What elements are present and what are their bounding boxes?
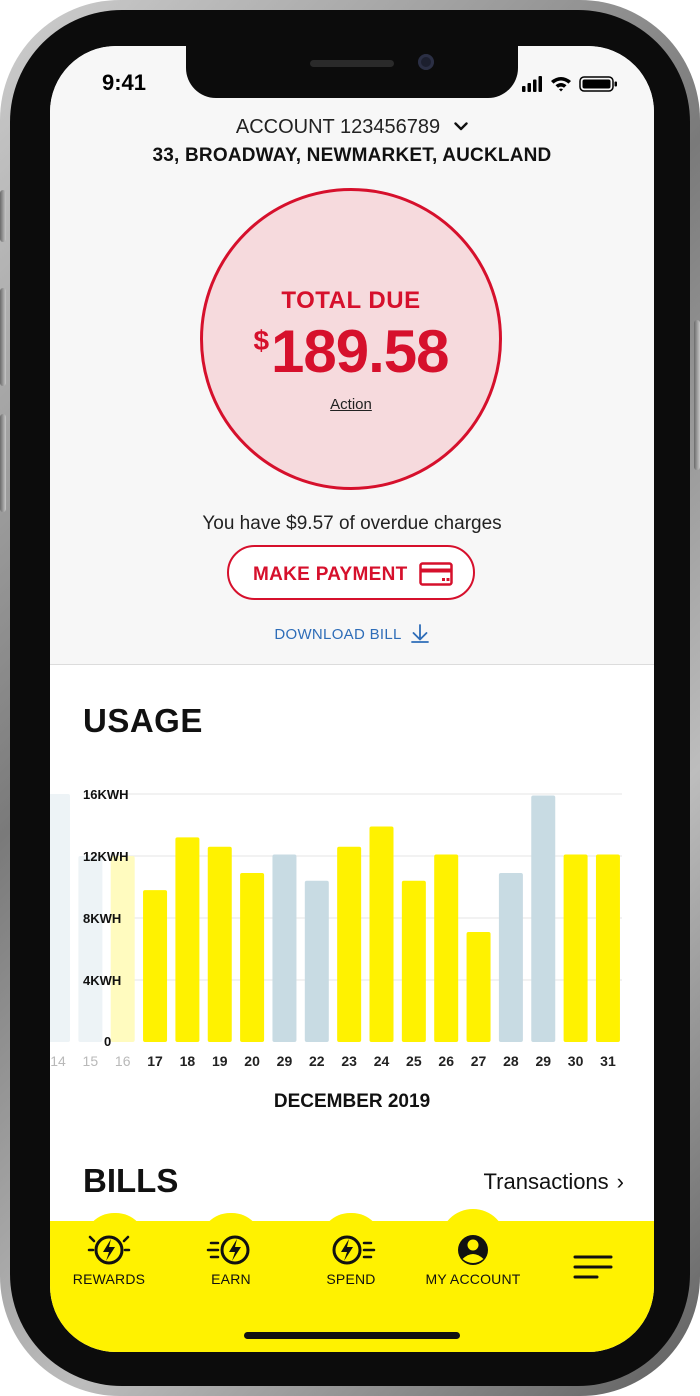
usage-bar-17[interactable]: [143, 890, 168, 1042]
x-tick-label: 17: [147, 1053, 163, 1069]
total-due-amount: $189.58: [203, 317, 499, 386]
usage-bar-30[interactable]: [563, 854, 588, 1042]
x-tick-label: 31: [600, 1053, 616, 1069]
usage-bar-22[interactable]: [304, 880, 329, 1042]
account-number: ACCOUNT 123456789: [235, 116, 441, 138]
usage-bar-16[interactable]: [110, 856, 135, 1042]
usage-bar-24[interactable]: [369, 826, 394, 1042]
x-tick-label: 29: [535, 1053, 551, 1069]
signal-bar-4: [538, 76, 542, 92]
x-tick-label: 22: [309, 1053, 325, 1069]
home-indicator: [244, 1332, 460, 1339]
usage-bar-23[interactable]: [337, 846, 362, 1042]
front-camera: [418, 54, 434, 70]
overdue-notice: You have $9.57 of overdue charges: [202, 513, 502, 534]
x-tick-label: 25: [406, 1053, 422, 1069]
app-screen: 9:41 ACCOUNT 123456789 33, BROADWAY, NEW…: [50, 46, 654, 1352]
notch: [186, 46, 518, 98]
chart-month-label: DECEMBER 2019: [273, 1091, 431, 1112]
volume-up-button: [0, 288, 6, 386]
usage-title: USAGE: [83, 702, 203, 739]
usage-bar-chart: 14 15 16 17 18 19 20 29 22 23 24 25 26 27 28 29 30 31 16KW…: [50, 787, 622, 1069]
credit-card-icon: [419, 562, 453, 586]
status-time: 9:41: [102, 70, 147, 95]
usage-bar-28[interactable]: [498, 873, 523, 1042]
rewards-bolt-icon: [87, 1235, 131, 1265]
account-user-icon: [458, 1235, 488, 1265]
nav-rewards[interactable]: REWARDS: [54, 1229, 164, 1287]
nav-rewards-label: REWARDS: [72, 1271, 146, 1287]
wifi-icon: [551, 77, 571, 92]
x-tick-label: 27: [471, 1053, 487, 1069]
usage-bar-19[interactable]: [207, 846, 232, 1042]
x-tick-label: 30: [568, 1053, 584, 1069]
x-tick-label: 26: [438, 1053, 454, 1069]
transactions-link[interactable]: Transactions ›: [484, 1169, 624, 1195]
nav-my-account[interactable]: MY ACCOUNT: [418, 1229, 528, 1287]
download-bill-link[interactable]: DOWNLOAD BILL: [50, 623, 654, 643]
x-tick-label: 23: [341, 1053, 357, 1069]
usage-bar-26[interactable]: [434, 854, 459, 1042]
make-payment-button[interactable]: MAKE PAYMENT: [227, 545, 475, 600]
battery-level: [582, 79, 611, 89]
make-payment-label: MAKE PAYMENT: [253, 564, 408, 585]
nav-menu[interactable]: [538, 1249, 648, 1289]
x-tick-label: 20: [244, 1053, 260, 1069]
nav-earn-label: EARN: [211, 1271, 251, 1287]
y-tick-label: 12KWH: [83, 849, 129, 864]
battery-cap: [614, 81, 617, 87]
x-tick-label: 19: [212, 1053, 228, 1069]
due-amount-value: 189.58: [271, 318, 450, 385]
x-tick-label: 24: [374, 1053, 390, 1069]
nav-my-account-label: MY ACCOUNT: [425, 1271, 521, 1287]
usage-bar-29[interactable]: [272, 854, 297, 1042]
total-due-circle: TOTAL DUE $189.58 Action: [200, 188, 502, 490]
status-icons: [522, 76, 617, 92]
signal-bar-1: [522, 86, 526, 92]
account-address: 33, BROADWAY, NEWMARKET, AUCKLAND: [152, 145, 552, 166]
action-link[interactable]: Action: [203, 396, 499, 413]
nav-earn[interactable]: EARN: [176, 1229, 286, 1287]
account-summary-section: 9:41 ACCOUNT 123456789 33, BROADWAY, NEW…: [50, 46, 654, 665]
usage-bar-15[interactable]: [78, 856, 103, 1042]
x-tick-label: 18: [180, 1053, 196, 1069]
usage-bar-25[interactable]: [401, 880, 426, 1042]
usage-bar-20[interactable]: [240, 873, 265, 1042]
transactions-label: Transactions: [483, 1169, 609, 1194]
y-tick-label: 0: [104, 1034, 111, 1049]
x-tick-label: 16: [115, 1053, 131, 1069]
y-tick-label: 8KWH: [83, 911, 121, 926]
spend-bolt-icon: [332, 1235, 376, 1265]
usage-bar-27[interactable]: [466, 931, 491, 1042]
account-selector[interactable]: ACCOUNT 123456789: [50, 116, 654, 139]
usage-bar-18[interactable]: [175, 837, 200, 1042]
currency-symbol: $: [253, 325, 270, 356]
signal-bar-2: [527, 83, 531, 92]
chevron-right-icon: ›: [616, 1169, 624, 1194]
bills-title: BILLS: [83, 1162, 179, 1199]
menu-icon: [573, 1255, 613, 1279]
y-tick-label: 4KWH: [83, 973, 121, 988]
total-due-label: TOTAL DUE: [281, 287, 421, 314]
download-arrow-icon: [410, 624, 429, 643]
chevron-down-icon: [454, 122, 468, 131]
nav-spend[interactable]: SPEND: [296, 1229, 406, 1287]
power-button: [694, 320, 700, 470]
x-tick-label: 15: [83, 1053, 99, 1069]
nav-spend-label: SPEND: [326, 1271, 376, 1287]
earn-bolt-icon: [206, 1235, 250, 1265]
x-tick-label: 14: [50, 1053, 66, 1069]
y-tick-label: 16KWH: [83, 787, 129, 802]
download-bill-label: DOWNLOAD BILL: [274, 626, 402, 643]
signal-bar-3: [533, 79, 537, 92]
volume-down-button: [0, 414, 6, 512]
usage-bar-31[interactable]: [595, 854, 620, 1042]
usage-bar-29[interactable]: [531, 795, 556, 1042]
x-tick-label: 29: [277, 1053, 293, 1069]
x-tick-label: 28: [503, 1053, 519, 1069]
speaker: [310, 60, 394, 67]
usage-bar-14[interactable]: [50, 794, 70, 1042]
silent-switch: [0, 190, 6, 242]
